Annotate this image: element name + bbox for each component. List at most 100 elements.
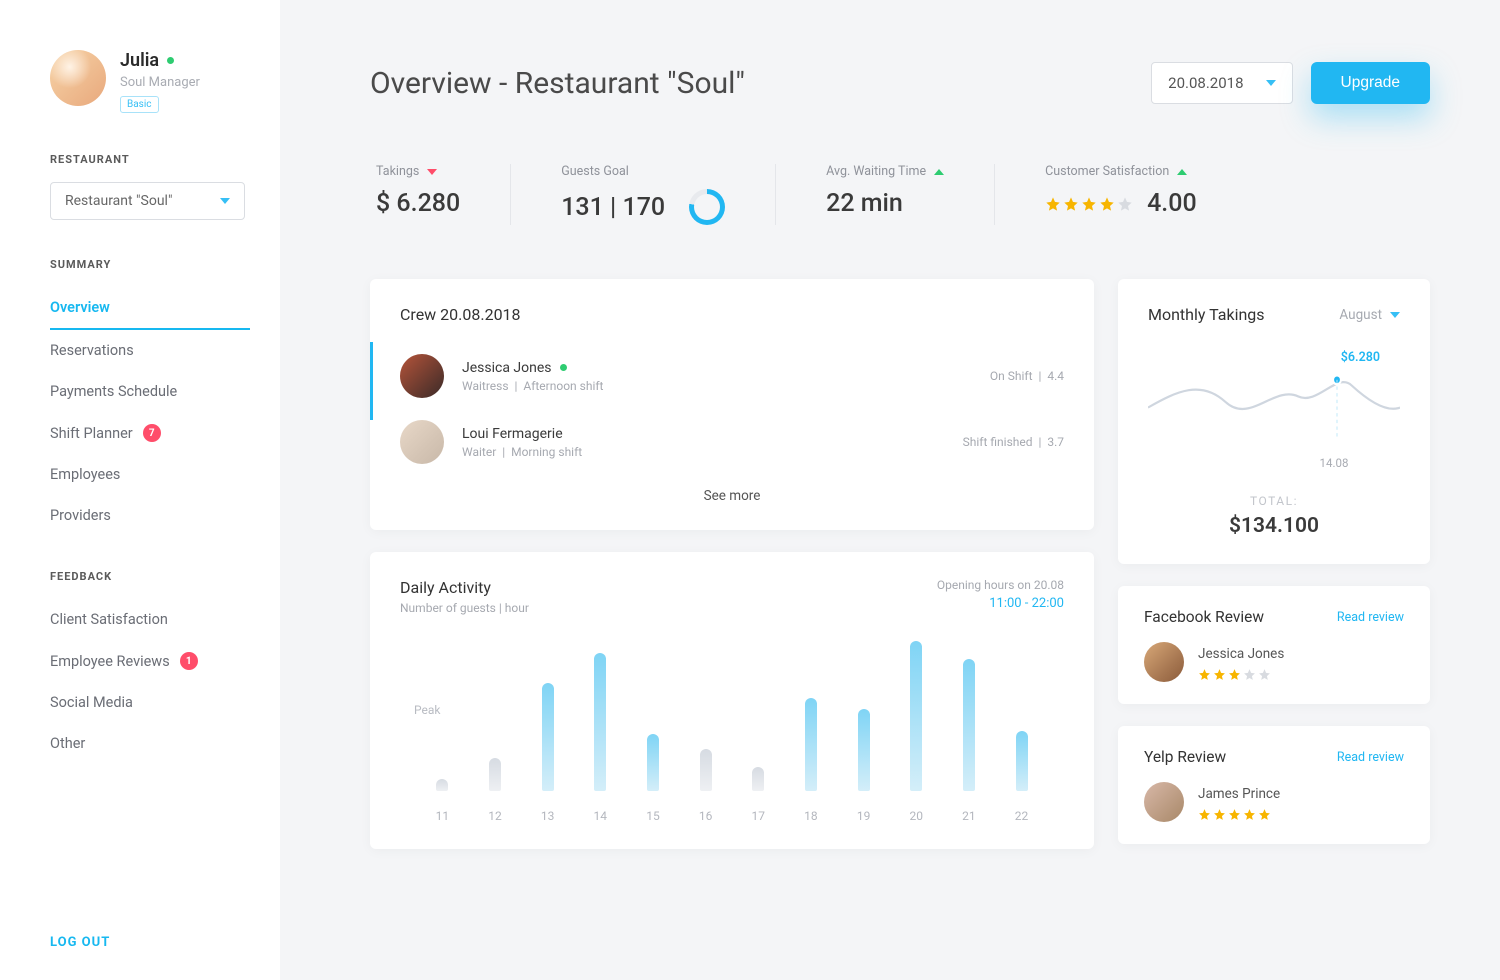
- star-icon: [1063, 196, 1079, 212]
- trend-up-icon: [934, 169, 944, 175]
- star-rating: [1045, 196, 1133, 212]
- sidebar-item-employee-reviews[interactable]: Employee Reviews1: [50, 640, 250, 682]
- sidebar-item-social-media[interactable]: Social Media: [50, 682, 250, 723]
- star-icon: [1258, 666, 1271, 679]
- axis-tick: 19: [857, 809, 871, 823]
- star-icon: [1213, 666, 1226, 679]
- axis-tick: 14: [594, 809, 608, 823]
- axis-tick: 20: [909, 809, 923, 823]
- bar: [542, 683, 554, 791]
- nav-summary: Overview Reservations Payments Schedule …: [50, 287, 280, 536]
- bar: [647, 734, 659, 791]
- trend-up-icon: [1177, 169, 1187, 175]
- sidebar-section-summary: SUMMARY: [50, 258, 280, 271]
- kpi-satisfaction: Customer Satisfaction 4.00: [995, 164, 1247, 225]
- upgrade-button[interactable]: Upgrade: [1311, 62, 1430, 104]
- sidebar-item-reservations[interactable]: Reservations: [50, 330, 250, 371]
- kpi-waiting: Avg. Waiting Time 22 min: [776, 164, 995, 225]
- monthly-takings-card: Monthly Takings August $6.280: [1118, 279, 1430, 564]
- bar: [489, 758, 501, 791]
- sidebar-item-payments-schedule[interactable]: Payments Schedule: [50, 371, 250, 412]
- sidebar-item-client-satisfaction[interactable]: Client Satisfaction: [50, 599, 250, 640]
- sidebar: Julia Soul Manager Basic RESTAURANT Rest…: [0, 0, 280, 980]
- star-icon: [1243, 666, 1256, 679]
- daily-activity-card: Daily Activity Number of guests | hour O…: [370, 552, 1094, 849]
- star-rating: [1198, 806, 1280, 819]
- avatar: [1144, 782, 1184, 822]
- crew-row[interactable]: Loui Fermagerie Waiter | Morning shift S…: [400, 414, 1064, 480]
- sidebar-item-shift-planner[interactable]: Shift Planner7: [50, 412, 250, 454]
- avatar: [400, 420, 444, 464]
- date-picker[interactable]: 20.08.2018: [1151, 62, 1292, 104]
- axis-tick: 16: [699, 809, 713, 823]
- sidebar-item-other[interactable]: Other: [50, 723, 250, 764]
- axis-tick: 22: [1015, 809, 1029, 823]
- star-icon: [1258, 806, 1271, 819]
- restaurant-select[interactable]: Restaurant "Soul": [50, 182, 245, 220]
- chevron-down-icon: [220, 198, 230, 204]
- star-icon: [1081, 196, 1097, 212]
- bar: [700, 749, 712, 791]
- bar: [436, 779, 448, 791]
- axis-tick: 15: [646, 809, 660, 823]
- monthly-total-value: $134.100: [1148, 514, 1400, 538]
- profile-avatar[interactable]: [50, 50, 106, 106]
- plan-badge: Basic: [120, 96, 159, 113]
- profile-name: Julia: [120, 50, 159, 71]
- sidebar-item-providers[interactable]: Providers: [50, 495, 250, 536]
- bar: [963, 659, 975, 791]
- nav-feedback: Client Satisfaction Employee Reviews1 So…: [50, 599, 280, 764]
- kpi-guests-goal: Guests Goal 131 | 170: [511, 164, 776, 225]
- avatar: [1144, 642, 1184, 682]
- facebook-review-card: Facebook Review Read review Jessica Jone…: [1118, 586, 1430, 704]
- star-rating: [1198, 666, 1284, 679]
- bar: [910, 641, 922, 791]
- crew-row[interactable]: Jessica Jones Waitress | Afternoon shift…: [400, 348, 1064, 414]
- star-icon: [1228, 806, 1241, 819]
- sidebar-item-employees[interactable]: Employees: [50, 454, 250, 495]
- date-picker-value: 20.08.2018: [1168, 74, 1243, 92]
- axis-tick: 21: [962, 809, 976, 823]
- kpi-waiting-value: 22 min: [826, 189, 944, 218]
- sidebar-item-overview[interactable]: Overview: [50, 287, 250, 330]
- logout-button[interactable]: LOG OUT: [50, 935, 280, 950]
- bar: [752, 767, 764, 791]
- online-indicator-icon: [167, 57, 174, 64]
- profile-role: Soul Manager: [120, 75, 200, 90]
- month-select[interactable]: August: [1339, 307, 1400, 323]
- kpi-guests-value: 131 | 170: [561, 193, 665, 222]
- kpi-takings: Takings $ 6.280: [370, 164, 511, 225]
- page-header: Overview - Restaurant "Soul" 20.08.2018 …: [370, 62, 1430, 104]
- kpi-takings-value: $ 6.280: [376, 189, 460, 218]
- axis-tick: 12: [488, 809, 502, 823]
- sidebar-section-restaurant: RESTAURANT: [50, 153, 280, 166]
- read-review-link[interactable]: Read review: [1337, 610, 1404, 625]
- sparkline-chart: $6.280: [1148, 352, 1400, 452]
- star-icon: [1198, 666, 1211, 679]
- star-icon: [1045, 196, 1061, 212]
- crew-card: Crew 20.08.2018 Jessica Jones Waitress |…: [370, 279, 1094, 530]
- axis-tick: 17: [752, 809, 766, 823]
- page-title: Overview - Restaurant "Soul": [370, 66, 745, 101]
- trend-down-icon: [427, 169, 437, 175]
- badge-count: 7: [143, 424, 161, 442]
- restaurant-select-value: Restaurant "Soul": [65, 193, 172, 209]
- axis-tick: 11: [436, 809, 450, 823]
- bar: [858, 709, 870, 792]
- kpi-row: Takings $ 6.280 Guests Goal 131 | 170 Av…: [370, 164, 1430, 225]
- read-review-link[interactable]: Read review: [1337, 750, 1404, 765]
- star-icon: [1228, 666, 1241, 679]
- chevron-down-icon: [1266, 80, 1276, 86]
- yelp-review-card: Yelp Review Read review James Prince: [1118, 726, 1430, 844]
- daily-activity-title: Daily Activity: [400, 578, 529, 597]
- avatar: [400, 354, 444, 398]
- sidebar-section-feedback: FEEDBACK: [50, 570, 280, 583]
- kpi-satisfaction-value: 4.00: [1147, 189, 1197, 218]
- crew-title: Crew 20.08.2018: [400, 305, 1064, 324]
- progress-ring-icon: [689, 189, 725, 225]
- star-icon: [1243, 806, 1256, 819]
- bar: [1016, 731, 1028, 791]
- see-more-link[interactable]: See more: [400, 480, 1064, 504]
- axis-tick: 13: [541, 809, 555, 823]
- profile: Julia Soul Manager Basic: [50, 50, 280, 113]
